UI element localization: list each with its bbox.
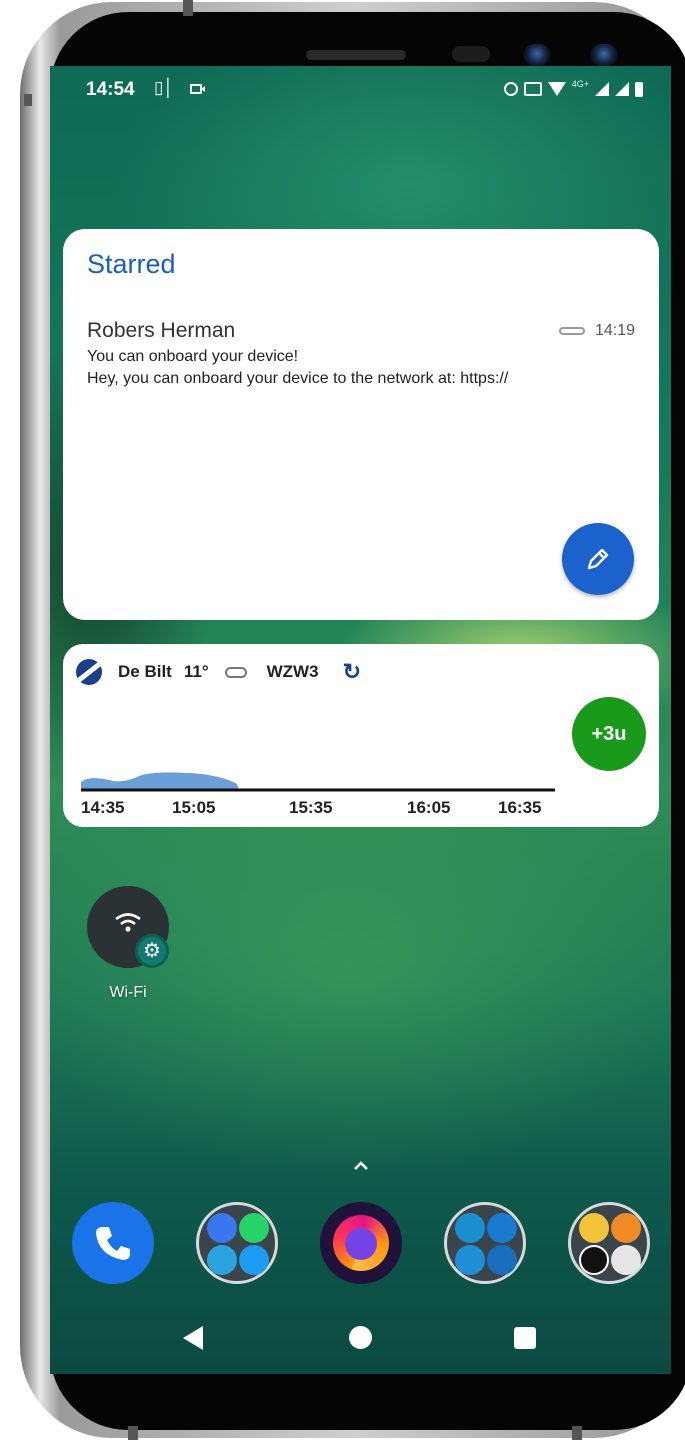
battery-icon — [635, 81, 643, 97]
phone-icon — [96, 1227, 130, 1260]
whatsapp-icon — [239, 1213, 269, 1243]
time-tick: 15:35 — [289, 798, 333, 817]
fuel-app-icon — [455, 1245, 485, 1275]
starred-mail-widget[interactable]: Starred Robers Herman 14:19 You can onbo… — [63, 229, 659, 620]
proximity-sensor — [452, 46, 490, 62]
mail-sender[interactable]: Robers Herman — [87, 319, 235, 343]
time-tick: 15:05 — [172, 798, 216, 817]
mail-subject[interactable]: You can onboard your device! — [87, 348, 298, 366]
attachment-icon — [558, 327, 585, 335]
top-button — [183, 0, 193, 16]
side-button — [24, 94, 32, 106]
compose-button[interactable] — [562, 523, 634, 595]
klm-icon — [455, 1213, 485, 1243]
alarm-icon — [503, 82, 518, 96]
bank-app-icon — [611, 1245, 641, 1275]
home-screen: 14:54 ▯│ 4G+ Starred Robers Herman 14:19… — [50, 66, 671, 1374]
knab-icon — [579, 1213, 609, 1243]
network-type-label: 4G+ — [571, 79, 589, 89]
signal-app-icon — [207, 1213, 237, 1243]
status-icons: 4G+ — [503, 78, 643, 100]
screen-record-icon — [190, 80, 206, 100]
precipitation-graph — [81, 772, 555, 792]
status-time: 14:54 — [86, 79, 135, 100]
refresh-icon[interactable]: ↻ — [343, 659, 361, 685]
bottom-edge-left — [128, 1426, 138, 1440]
mail-snippet[interactable]: Hey, you can onboard your device to the … — [87, 370, 508, 388]
messaging-folder-icon[interactable] — [196, 1202, 278, 1284]
widget-title[interactable]: Starred — [87, 249, 176, 280]
banking-folder-icon[interactable] — [568, 1202, 650, 1284]
wifi-icon — [547, 82, 566, 96]
travel-folder-icon[interactable] — [444, 1202, 526, 1284]
chevron-up-icon[interactable] — [351, 1156, 371, 1176]
home-icon[interactable] — [349, 1326, 372, 1349]
weather-header: De Bilt 11° WZW3 ↻ — [76, 659, 361, 685]
weather-temperature: 11° — [183, 662, 209, 681]
rain-radar-widget[interactable]: De Bilt 11° WZW3 ↻ +3u 14:35 15:05 15:35… — [63, 644, 659, 827]
time-tick: 14:35 — [81, 798, 125, 817]
time-tick: 16:35 — [498, 798, 542, 817]
weather-app-logo — [76, 659, 102, 685]
ing-icon — [611, 1213, 641, 1243]
twitter-icon — [239, 1245, 269, 1275]
bottom-edge-right — [572, 1426, 582, 1440]
weather-wind: WZW3 — [266, 662, 319, 681]
front-camera — [523, 44, 551, 66]
ov-app-icon — [487, 1213, 517, 1243]
vibrate-icon: ▯│ — [154, 78, 174, 97]
forecast-range-button[interactable]: +3u — [572, 697, 646, 771]
wifi-icon — [115, 913, 141, 932]
signal-icon — [595, 82, 609, 96]
wifi-shortcut-label[interactable]: Wi-Fi — [87, 984, 169, 1002]
time-axis: 14:35 15:05 15:35 16:05 16:35 — [63, 798, 659, 820]
back-icon[interactable] — [183, 1326, 203, 1350]
time-tick: 16:05 — [407, 798, 451, 817]
signal-icon — [615, 82, 629, 96]
telegram-icon — [207, 1245, 237, 1275]
cloud-icon — [224, 666, 247, 678]
earpiece-speaker — [306, 50, 406, 60]
mail-meta: 14:19 — [558, 322, 635, 340]
firefox-globe — [345, 1228, 377, 1260]
phone-app-icon[interactable] — [72, 1202, 154, 1284]
firefox-app-icon[interactable] — [320, 1202, 402, 1284]
revolut-icon — [579, 1245, 609, 1275]
weather-location: De Bilt — [118, 662, 172, 681]
recents-icon[interactable] — [514, 1327, 536, 1349]
pencil-icon — [587, 548, 609, 570]
wifi-shortcut[interactable]: ⚙ — [87, 886, 169, 968]
cast-icon — [523, 82, 542, 96]
status-bar: 14:54 ▯│ 4G+ — [50, 66, 671, 112]
parking-app-icon — [487, 1245, 517, 1275]
gear-icon: ⚙ — [135, 934, 169, 968]
mail-time: 14:19 — [594, 322, 635, 339]
front-camera-secondary — [590, 44, 618, 66]
